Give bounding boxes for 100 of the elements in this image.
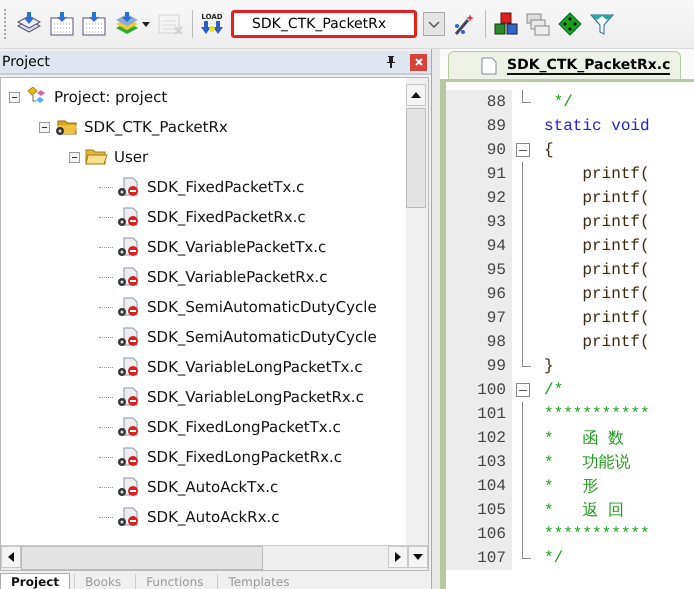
left-arrow-icon xyxy=(8,552,14,562)
line-number: 102 xyxy=(446,426,512,450)
tree-item[interactable]: SDK_VariableLongPacketRx.c xyxy=(147,388,364,406)
collapse-toggle[interactable] xyxy=(9,92,20,102)
close-button[interactable] xyxy=(410,54,427,70)
excluded-file-icon xyxy=(117,507,141,527)
panel-title: Project xyxy=(1,54,51,70)
code-line: */ xyxy=(552,93,573,111)
excluded-file-icon xyxy=(117,267,141,287)
line-number: 103 xyxy=(446,450,512,474)
code-line: printf( xyxy=(581,261,650,279)
line-number: 91 xyxy=(446,162,512,186)
code-line: * 函 数 xyxy=(543,428,624,448)
line-number: 96 xyxy=(446,282,512,306)
funnel-icon[interactable] xyxy=(590,12,614,36)
line-number: 104 xyxy=(446,474,512,498)
collapse-toggle[interactable] xyxy=(39,122,50,132)
target-select[interactable]: SDK_CTK_PacketRx xyxy=(231,10,417,38)
tree-item[interactable]: SDK_FixedLongPacketRx.c xyxy=(147,448,342,466)
line-number: 92 xyxy=(446,186,512,210)
download-arrows-icon xyxy=(201,21,223,35)
tree-item[interactable]: SDK_AutoAckRx.c xyxy=(147,508,280,526)
tree-item[interactable]: SDK_VariableLongPacketTx.c xyxy=(147,358,363,376)
tree-item[interactable]: User xyxy=(114,148,148,166)
code-line: printf( xyxy=(581,189,650,207)
scroll-right-button[interactable] xyxy=(388,546,408,568)
line-number: 97 xyxy=(446,306,512,330)
code-line: printf( xyxy=(581,333,650,351)
line-number: 107 xyxy=(446,546,512,570)
code-line: } xyxy=(543,357,554,375)
excluded-file-icon xyxy=(117,357,141,377)
code-line: printf( xyxy=(581,237,650,255)
down-arrow-icon xyxy=(413,554,423,560)
code-line: * 形 xyxy=(543,476,598,496)
excluded-file-icon xyxy=(117,477,141,497)
up-arrow-icon xyxy=(411,92,421,98)
code-line: *********** xyxy=(543,525,650,543)
tree-item[interactable]: SDK_SemiAutomaticDutyCycle xyxy=(147,328,377,346)
line-number: 100 xyxy=(446,378,512,402)
tree-item[interactable]: Project: project xyxy=(54,88,168,106)
tree-item[interactable]: SDK_SemiAutomaticDutyCycle xyxy=(147,298,377,316)
code-line: /* xyxy=(543,381,564,399)
code-line: * 功能说 xyxy=(543,452,630,472)
file-icon xyxy=(481,56,497,74)
code-line: */ xyxy=(543,549,564,567)
excluded-file-icon xyxy=(117,327,141,347)
collapse-toggle[interactable] xyxy=(69,152,80,162)
panel-tab[interactable]: Project xyxy=(0,573,70,589)
line-number: 105 xyxy=(446,498,512,522)
excluded-file-icon xyxy=(117,177,141,197)
tree-item[interactable]: SDK_FixedLongPacketTx.c xyxy=(147,418,341,436)
excluded-file-icon xyxy=(117,237,141,257)
scroll-up-button[interactable] xyxy=(406,84,426,106)
excluded-file-icon xyxy=(117,297,141,317)
tree-item[interactable]: SDK_VariablePacketRx.c xyxy=(147,268,328,286)
chevron-down-icon xyxy=(428,20,440,28)
code-line: * 返 回 xyxy=(543,500,624,520)
line-number: 89 xyxy=(446,114,512,138)
layers-icon[interactable] xyxy=(114,12,140,36)
line-number: 94 xyxy=(446,234,512,258)
line-number: 90 xyxy=(446,138,512,162)
caret-icon[interactable] xyxy=(142,22,150,26)
code-line: printf( xyxy=(581,165,650,183)
code-line: printf( xyxy=(581,309,650,327)
line-number: 98 xyxy=(446,330,512,354)
excluded-file-icon xyxy=(117,387,141,407)
code-line: static void xyxy=(543,117,650,135)
line-number: 106 xyxy=(446,522,512,546)
right-arrow-icon xyxy=(395,552,401,562)
tree-item[interactable]: SDK_VariablePacketTx.c xyxy=(147,238,326,256)
tree-item[interactable]: SDK_CTK_PacketRx xyxy=(84,118,228,136)
fold-toggle[interactable] xyxy=(516,383,530,397)
excluded-file-icon xyxy=(117,447,141,467)
tree-item[interactable]: SDK_AutoAckTx.c xyxy=(147,478,278,496)
folder-icon xyxy=(84,147,108,167)
tree-item[interactable]: SDK_FixedPacketRx.c xyxy=(147,208,306,226)
fold-toggle[interactable] xyxy=(516,143,530,157)
pin-icon[interactable] xyxy=(386,56,396,68)
file-tab[interactable]: SDK_CTK_PacketRx.c xyxy=(448,51,682,79)
download-grid-icon[interactable] xyxy=(50,12,74,36)
close-icon xyxy=(414,58,422,66)
scrollbar-thumb[interactable] xyxy=(406,108,426,208)
scroll-down-button[interactable] xyxy=(408,546,428,568)
dropdown-button[interactable] xyxy=(423,12,445,36)
tree-item[interactable]: SDK_FixedPacketTx.c xyxy=(147,178,304,196)
excluded-file-icon xyxy=(117,417,141,437)
code-line: { xyxy=(543,141,554,159)
blocks-icon[interactable] xyxy=(494,12,518,36)
line-number: 88 xyxy=(446,90,512,114)
line-number: 99 xyxy=(446,354,512,378)
code-line: *********** xyxy=(543,405,650,423)
diamond-icon[interactable] xyxy=(558,12,582,36)
scrollbar-thumb[interactable] xyxy=(21,546,263,570)
scroll-left-button[interactable] xyxy=(1,546,21,568)
line-number: 101 xyxy=(446,402,512,426)
code-line: printf( xyxy=(581,213,650,231)
download-grid-icon[interactable] xyxy=(82,12,106,36)
line-number: 93 xyxy=(446,210,512,234)
line-number: 95 xyxy=(446,258,512,282)
windows-icon[interactable] xyxy=(526,12,550,36)
